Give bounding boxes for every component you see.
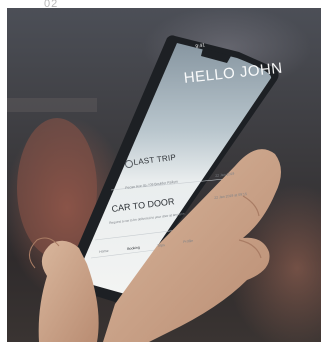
photo-illustration (7, 35, 281, 342)
photo: 9:41 HELLO JOHN LAST TRIP 22 Jan 2019 Pe… (7, 8, 321, 342)
background-table (7, 98, 97, 112)
